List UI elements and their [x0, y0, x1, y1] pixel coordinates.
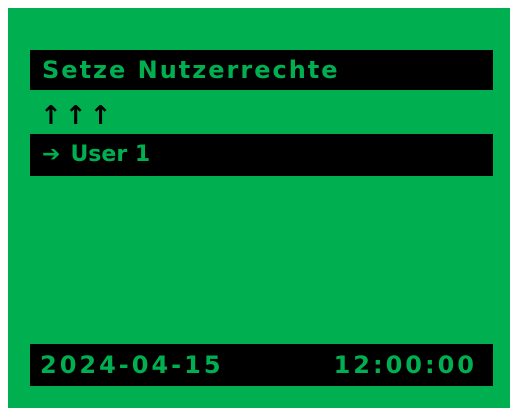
right-arrow-icon: ➔	[42, 142, 61, 167]
title-bar: Setze Nutzerrechte	[30, 50, 493, 90]
menu-item-user-1[interactable]: ➔ User 1	[30, 134, 493, 176]
menu-item-label: User 1	[70, 142, 151, 167]
status-bar: 2024-04-15 12:00:00	[30, 344, 493, 386]
lcd-screen: Setze Nutzerrechte ↑↑↑ ➔ User 1 2024-04-1…	[8, 8, 510, 408]
date-display: 2024-04-15	[40, 351, 224, 379]
screen-title: Setze Nutzerrechte	[42, 56, 340, 84]
scroll-up-arrows-icon[interactable]: ↑↑↑	[40, 98, 114, 134]
time-display: 12:00:00	[333, 351, 477, 379]
